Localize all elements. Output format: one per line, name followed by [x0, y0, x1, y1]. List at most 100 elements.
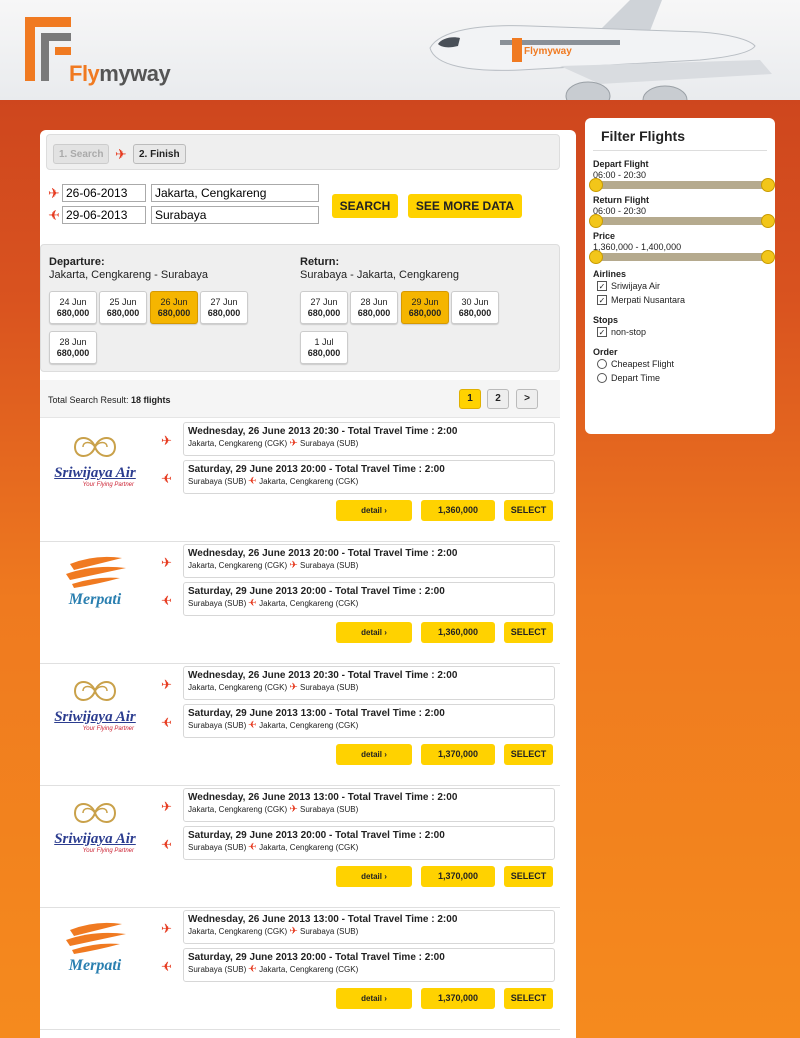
sriwijaya-ornament-icon: [73, 437, 117, 457]
price-button[interactable]: 1,370,000: [421, 744, 495, 765]
slider-min-handle[interactable]: [589, 178, 603, 192]
price-label: Price: [593, 231, 616, 241]
flight-result-card: Sriwijaya Air Your Flying Partner ✈ Wedn…: [40, 420, 560, 542]
plane-right-icon: ✈: [48, 185, 60, 201]
plane-left-icon: ✈: [248, 720, 257, 731]
outbound-leg[interactable]: Wednesday, 26 June 2013 13:00 - Total Tr…: [183, 910, 555, 944]
depart-date-option-selected[interactable]: 26 Jun 680,000: [150, 291, 198, 324]
detail-button[interactable]: detail ›: [336, 866, 412, 887]
return-date-option[interactable]: 27 Jun 680,000: [300, 291, 348, 324]
price-button[interactable]: 1,360,000: [421, 500, 495, 521]
detail-button[interactable]: detail ›: [336, 744, 412, 765]
plane-right-icon: ✈: [115, 146, 127, 162]
depart-date-option[interactable]: 27 Jun 680,000: [200, 291, 248, 324]
airline-logo: Sriwijaya Air Your Flying Partner: [50, 432, 140, 494]
return-date-option-selected[interactable]: 29 Jun 680,000: [401, 291, 449, 324]
airline-filter-sriwijaya[interactable]: ✓ Sriwijaya Air: [597, 279, 767, 293]
price-button[interactable]: 1,370,000: [421, 866, 495, 887]
plane-right-icon: ✈: [289, 926, 298, 937]
slider-max-handle[interactable]: [761, 214, 775, 228]
departure-route: Jakarta, Cengkareng - Surabaya: [49, 269, 208, 281]
radio-button[interactable]: [597, 359, 607, 369]
plane-left-icon: ✈: [248, 964, 257, 975]
price-slider[interactable]: [589, 250, 775, 264]
slider-min-handle[interactable]: [589, 214, 603, 228]
step-finish: 2. Finish: [133, 144, 186, 164]
return-time-slider[interactable]: [589, 214, 775, 228]
airline-filter-merpati[interactable]: ✓ Merpati Nusantara: [597, 293, 767, 307]
flight-result-card: Merpati ✈ Wednesday, 26 June 2013 13:00 …: [40, 908, 560, 1030]
checkbox-checked[interactable]: ✓: [597, 327, 607, 337]
depart-date-field[interactable]: [62, 184, 146, 202]
return-leg[interactable]: Saturday, 29 June 2013 20:00 - Total Tra…: [183, 826, 555, 860]
return-leg[interactable]: Saturday, 29 June 2013 20:00 - Total Tra…: [183, 582, 555, 616]
see-more-data-button[interactable]: SEE MORE DATA: [408, 194, 522, 218]
leg-title: Wednesday, 26 June 2013 20:30 - Total Tr…: [188, 426, 458, 437]
plane-right-icon: ✈: [289, 804, 298, 815]
depart-time-slider[interactable]: [589, 178, 775, 192]
price-range: 1,360,000 - 1,400,000: [593, 242, 682, 252]
plane-left-icon: ✈: [161, 715, 172, 730]
select-button[interactable]: SELECT: [504, 500, 553, 521]
airline-name: Sriwijaya Air: [54, 709, 136, 725]
flight-result-card: Sriwijaya Air Your Flying Partner ✈ Wedn…: [40, 664, 560, 786]
select-button[interactable]: SELECT: [504, 744, 553, 765]
plane-right-icon: ✈: [161, 555, 172, 570]
return-leg[interactable]: Saturday, 29 June 2013 20:00 - Total Tra…: [183, 460, 555, 494]
return-date-field[interactable]: [62, 206, 146, 224]
radio-button[interactable]: [597, 373, 607, 383]
slider-min-handle[interactable]: [589, 250, 603, 264]
return-leg[interactable]: Saturday, 29 June 2013 13:00 - Total Tra…: [183, 704, 555, 738]
outbound-leg[interactable]: Wednesday, 26 June 2013 13:00 - Total Tr…: [183, 788, 555, 822]
search-button[interactable]: SEARCH: [332, 194, 398, 218]
leg-title: Saturday, 29 June 2013 20:00 - Total Tra…: [188, 464, 445, 475]
depart-date-option[interactable]: 24 Jun 680,000: [49, 291, 97, 324]
price-button[interactable]: 1,360,000: [421, 622, 495, 643]
order-depart-time[interactable]: Depart Time: [597, 371, 767, 385]
depart-flight-range: 06:00 - 20:30: [593, 170, 647, 180]
detail-button[interactable]: detail ›: [336, 622, 412, 643]
outbound-leg[interactable]: Wednesday, 26 June 2013 20:30 - Total Tr…: [183, 666, 555, 700]
sriwijaya-ornament-icon: [73, 803, 117, 823]
leg-title: Saturday, 29 June 2013 13:00 - Total Tra…: [188, 708, 445, 719]
outbound-leg[interactable]: Wednesday, 26 June 2013 20:00 - Total Tr…: [183, 544, 555, 578]
return-city-field[interactable]: [151, 206, 319, 224]
price-button[interactable]: 1,370,000: [421, 988, 495, 1009]
page-2-button[interactable]: 2: [487, 389, 509, 409]
airline-logo: Sriwijaya Air Your Flying Partner: [50, 676, 140, 738]
detail-button[interactable]: detail ›: [336, 988, 412, 1009]
return-date-option[interactable]: 30 Jun 680,000: [451, 291, 499, 324]
select-button[interactable]: SELECT: [504, 866, 553, 887]
checkbox-checked[interactable]: ✓: [597, 281, 607, 291]
order-cheapest[interactable]: Cheapest Flight: [597, 357, 767, 371]
merpati-bird-icon: [66, 556, 126, 588]
result-count: Total Search Result: 18 flights: [48, 395, 171, 405]
plane-left-icon: ✈: [248, 598, 257, 609]
return-date-option[interactable]: 1 Jul 680,000: [300, 331, 348, 364]
plane-left-icon: ✈: [161, 471, 172, 486]
next-page-button[interactable]: >: [516, 389, 538, 409]
leg-title: Saturday, 29 June 2013 20:00 - Total Tra…: [188, 830, 445, 841]
depart-date-option[interactable]: 25 Jun 680,000: [99, 291, 147, 324]
select-button[interactable]: SELECT: [504, 988, 553, 1009]
depart-date-option[interactable]: 28 Jun 680,000: [49, 331, 97, 364]
sriwijaya-ornament-icon: [73, 681, 117, 701]
airline-name: Merpati: [68, 591, 122, 608]
leg-title: Wednesday, 26 June 2013 13:00 - Total Tr…: [188, 914, 458, 925]
depart-city-field[interactable]: [151, 184, 319, 202]
step-search[interactable]: 1. Search: [53, 144, 110, 164]
return-flight-label: Return Flight: [593, 195, 649, 205]
select-button[interactable]: SELECT: [504, 622, 553, 643]
slider-max-handle[interactable]: [761, 178, 775, 192]
outbound-leg[interactable]: Wednesday, 26 June 2013 20:30 - Total Tr…: [183, 422, 555, 456]
slider-max-handle[interactable]: [761, 250, 775, 264]
plane-livery-text: Flymyway: [524, 46, 572, 57]
flymyway-logo[interactable]: Flymyway: [25, 17, 185, 86]
checkbox-checked[interactable]: ✓: [597, 295, 607, 305]
stops-filter-nonstop[interactable]: ✓ non-stop: [597, 325, 767, 339]
page-1-button[interactable]: 1: [459, 389, 481, 409]
leg-route: Jakarta, Cengkareng (CGK) ✈ Surabaya (SU…: [188, 560, 359, 571]
detail-button[interactable]: detail ›: [336, 500, 412, 521]
return-leg[interactable]: Saturday, 29 June 2013 20:00 - Total Tra…: [183, 948, 555, 982]
return-date-option[interactable]: 28 Jun 680,000: [350, 291, 398, 324]
